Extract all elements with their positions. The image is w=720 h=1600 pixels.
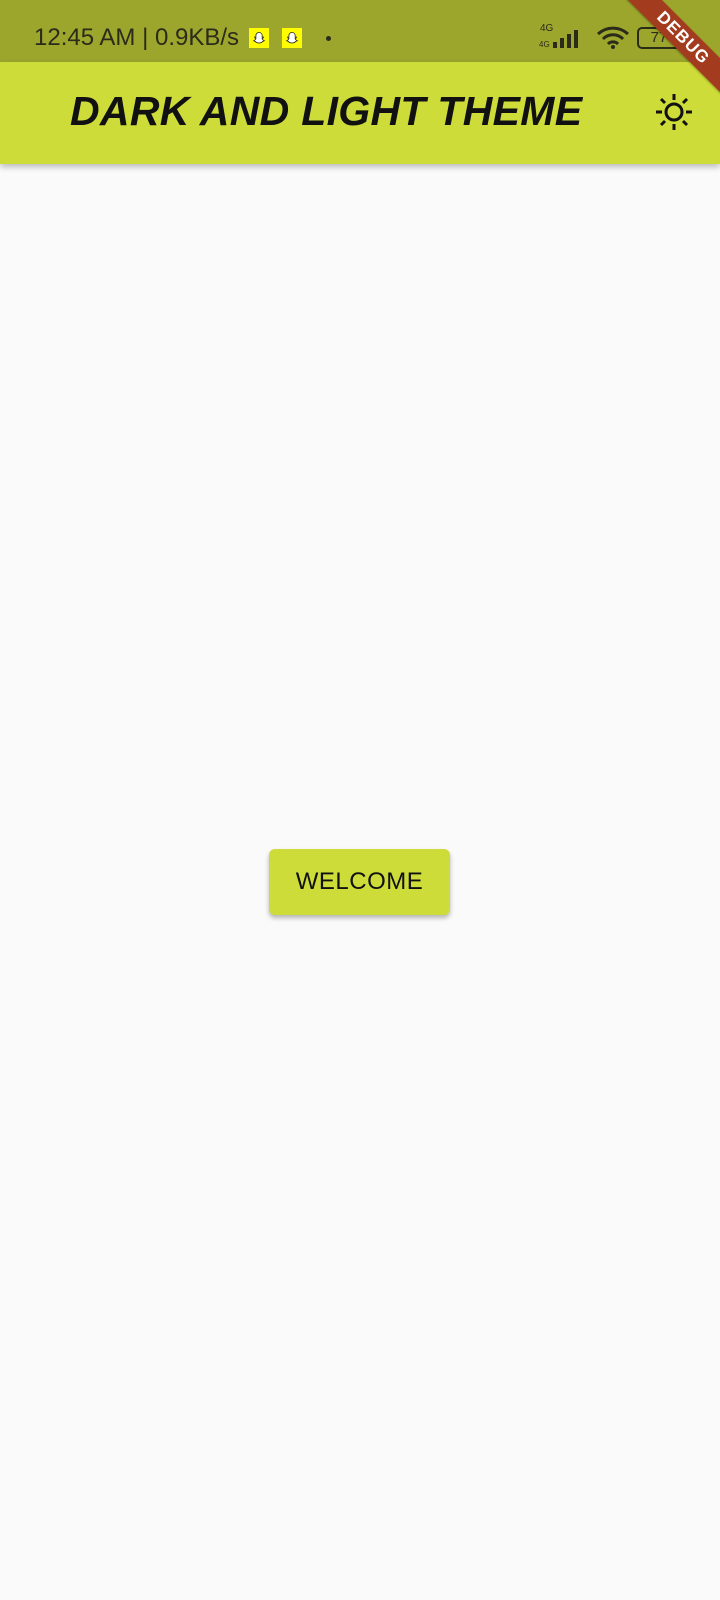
wifi-icon	[596, 26, 630, 49]
signal-icon	[553, 30, 578, 48]
dot-icon	[326, 36, 331, 41]
theme-toggle-button[interactable]	[652, 90, 696, 134]
snapchat-icon	[249, 28, 269, 48]
status-bar: 12:45 AM | 0.9KB/s 4G 4G 77	[0, 0, 720, 62]
app-bar: DARK AND LIGHT THEME	[0, 62, 720, 164]
network-sub: 4G	[539, 40, 550, 49]
welcome-button[interactable]: WELCOME	[269, 849, 450, 915]
snapchat-icon	[282, 28, 302, 48]
network-type: 4G	[540, 23, 554, 34]
sun-icon	[656, 94, 692, 130]
status-time: 12:45 AM | 0.9KB/s	[34, 24, 240, 51]
app-title: DARK AND LIGHT THEME	[70, 88, 583, 134]
